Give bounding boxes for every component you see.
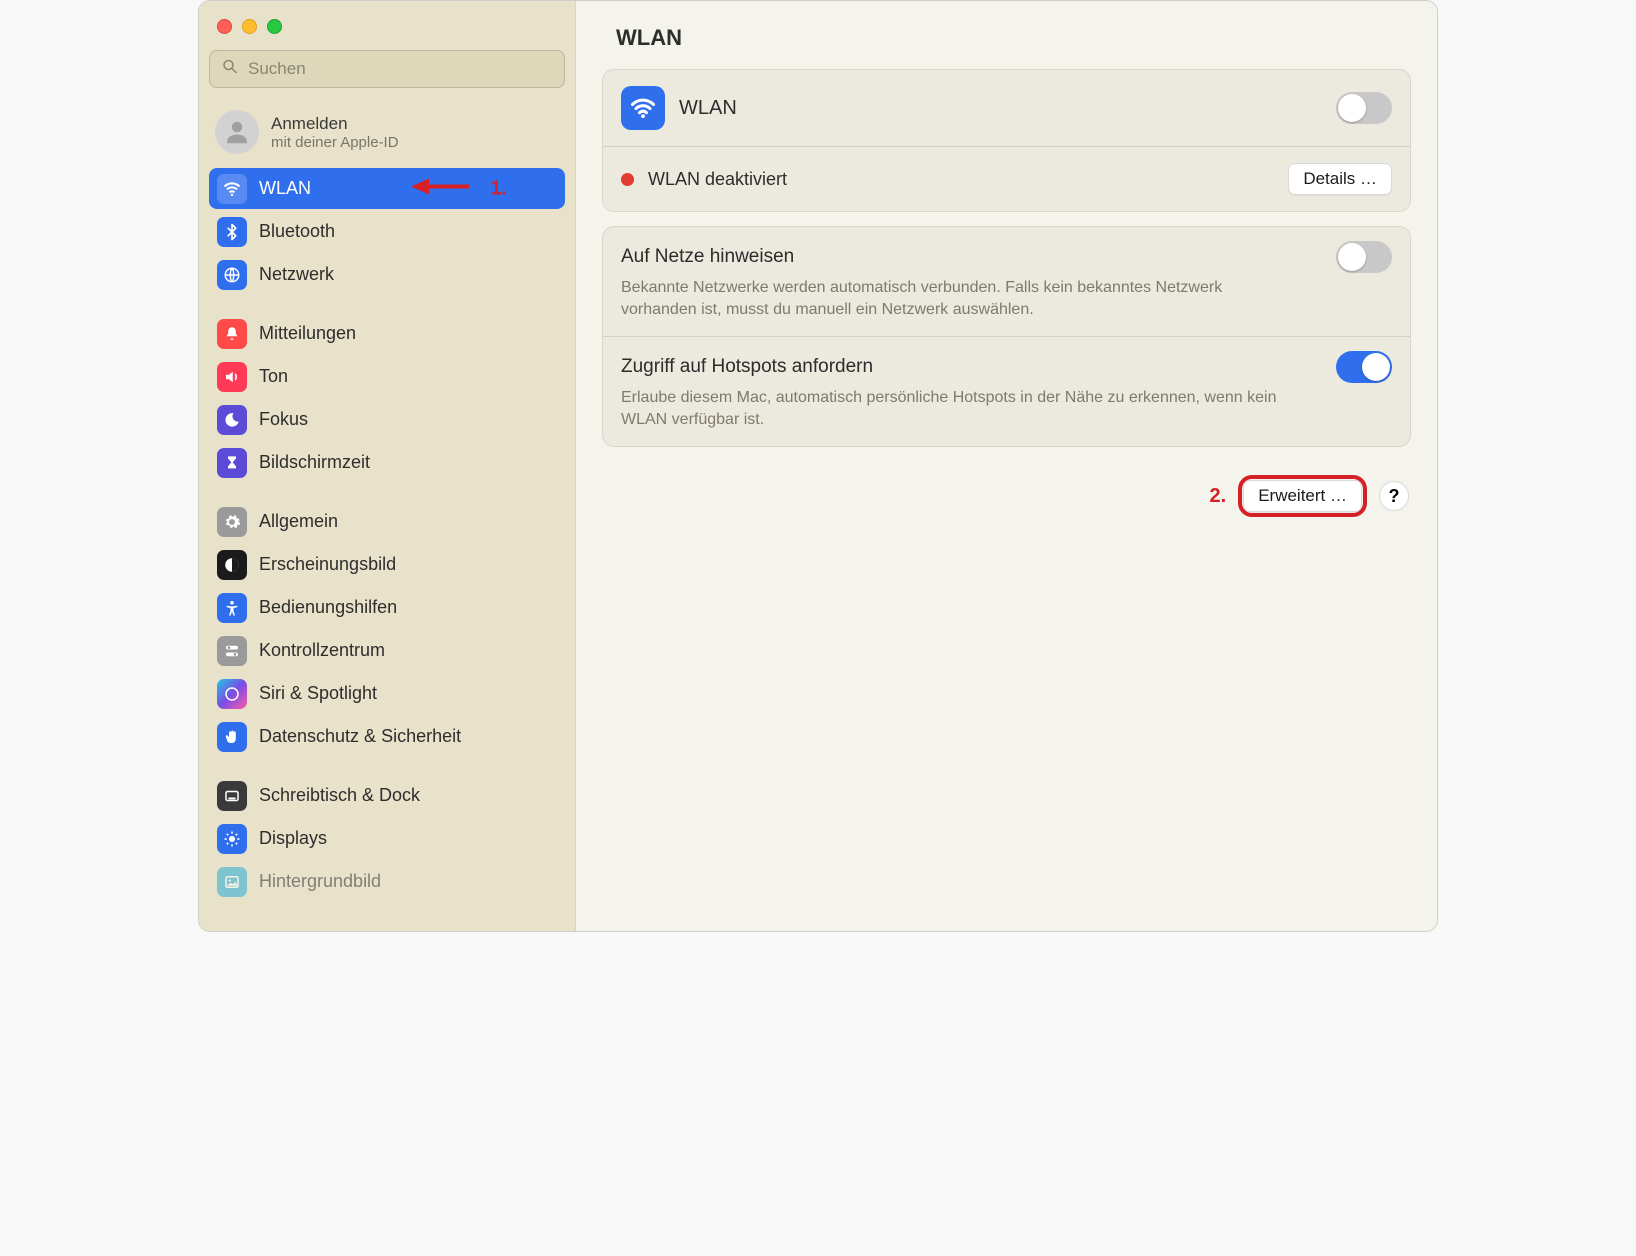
- sidebar-item-control-center[interactable]: Kontrollzentrum: [209, 630, 565, 671]
- sidebar-item-label: Hintergrundbild: [259, 871, 557, 892]
- bluetooth-icon: [217, 217, 247, 247]
- hotspot-desc: Erlaube diesem Mac, automatisch persönli…: [621, 387, 1301, 430]
- sidebar-item-wlan[interactable]: WLAN 1.: [209, 168, 565, 209]
- sidebar-item-label: Mitteilungen: [259, 323, 557, 344]
- gear-icon: [217, 507, 247, 537]
- hotspot-title: Zugriff auf Hotspots anfordern: [621, 356, 873, 378]
- wlan-master-row: WLAN: [603, 70, 1410, 146]
- annotation-step-1: 1.: [490, 177, 507, 200]
- search-container: [209, 50, 565, 88]
- sidebar-item-label: Ton: [259, 366, 557, 387]
- siri-icon: [217, 679, 247, 709]
- settings-window: Anmelden mit deiner Apple-ID WLAN: [198, 0, 1438, 932]
- search-icon: [221, 58, 239, 81]
- notify-networks-row: Auf Netze hinweisen Bekannte Netzwerke w…: [603, 227, 1410, 336]
- annotation-ring: Erweitert …: [1238, 475, 1367, 517]
- account-texts: Anmelden mit deiner Apple-ID: [271, 114, 399, 151]
- sidebar-item-screentime[interactable]: Bildschirmzeit: [209, 442, 565, 483]
- sidebar-item-desktop-dock[interactable]: Schreibtisch & Dock: [209, 775, 565, 816]
- displays-icon: [217, 824, 247, 854]
- sidebar-item-bluetooth[interactable]: Bluetooth: [209, 211, 565, 252]
- apple-id-sign-in[interactable]: Anmelden mit deiner Apple-ID: [209, 106, 565, 168]
- annotation-step-2: 2.: [1210, 485, 1227, 508]
- close-window-button[interactable]: [217, 19, 232, 34]
- sidebar-item-label: Bluetooth: [259, 221, 557, 242]
- sidebar-item-accessibility[interactable]: Bedienungshilfen: [209, 587, 565, 628]
- notify-title: Auf Netze hinweisen: [621, 246, 794, 268]
- help-button[interactable]: ?: [1379, 481, 1409, 511]
- advanced-button[interactable]: Erweitert …: [1243, 480, 1362, 512]
- wlan-label: WLAN: [679, 97, 737, 120]
- notify-toggle[interactable]: [1336, 241, 1392, 273]
- avatar-icon: [215, 110, 259, 154]
- sidebar-item-sound[interactable]: Ton: [209, 356, 565, 397]
- sidebar: Anmelden mit deiner Apple-ID WLAN: [199, 1, 575, 931]
- moon-icon: [217, 405, 247, 435]
- wifi-icon: [621, 86, 665, 130]
- annotation-arrow-icon: [411, 174, 473, 203]
- search-input[interactable]: [209, 50, 565, 88]
- sidebar-item-label: Schreibtisch & Dock: [259, 785, 557, 806]
- control-center-icon: [217, 636, 247, 666]
- sidebar-item-focus[interactable]: Fokus: [209, 399, 565, 440]
- status-dot-icon: [621, 173, 634, 186]
- sidebar-items: WLAN 1. Bluetooth: [209, 168, 565, 902]
- window-controls: [209, 13, 565, 50]
- accessibility-icon: [217, 593, 247, 623]
- hotspot-row: Zugriff auf Hotspots anfordern Erlaube d…: [603, 337, 1410, 446]
- sidebar-item-siri-spotlight[interactable]: Siri & Spotlight: [209, 673, 565, 714]
- hourglass-icon: [217, 448, 247, 478]
- sidebar-item-label: Datenschutz & Sicherheit: [259, 726, 557, 747]
- globe-icon: [217, 260, 247, 290]
- appearance-icon: [217, 550, 247, 580]
- sidebar-item-privacy-security[interactable]: Datenschutz & Sicherheit: [209, 716, 565, 757]
- page-title: WLAN: [576, 1, 1437, 69]
- sidebar-item-label: Allgemein: [259, 511, 557, 532]
- zoom-window-button[interactable]: [267, 19, 282, 34]
- options-panel: Auf Netze hinweisen Bekannte Netzwerke w…: [602, 226, 1411, 447]
- wallpaper-icon: [217, 867, 247, 897]
- sidebar-item-label: Bedienungshilfen: [259, 597, 557, 618]
- wlan-status-text: WLAN deaktiviert: [648, 169, 787, 190]
- sidebar-item-label: Bildschirmzeit: [259, 452, 557, 473]
- sidebar-item-label: WLAN: [259, 178, 557, 199]
- sidebar-item-label: Netzwerk: [259, 264, 557, 285]
- sidebar-item-label: Fokus: [259, 409, 557, 430]
- bell-icon: [217, 319, 247, 349]
- sidebar-item-appearance[interactable]: Erscheinungsbild: [209, 544, 565, 585]
- sidebar-item-label: Kontrollzentrum: [259, 640, 557, 661]
- main-content: WLAN WLAN WLAN deaktiviert Details …: [575, 1, 1437, 931]
- notify-desc: Bekannte Netzwerke werden automatisch ve…: [621, 277, 1301, 320]
- wlan-panel: WLAN WLAN deaktiviert Details …: [602, 69, 1411, 212]
- wlan-toggle[interactable]: [1336, 92, 1392, 124]
- wifi-icon: [217, 174, 247, 204]
- sidebar-item-network[interactable]: Netzwerk: [209, 254, 565, 295]
- speaker-icon: [217, 362, 247, 392]
- account-subtitle: mit deiner Apple-ID: [271, 134, 399, 151]
- hotspot-toggle[interactable]: [1336, 351, 1392, 383]
- sidebar-item-label: Erscheinungsbild: [259, 554, 557, 575]
- sidebar-item-displays[interactable]: Displays: [209, 818, 565, 859]
- wlan-status-row: WLAN deaktiviert Details …: [603, 147, 1410, 211]
- details-button[interactable]: Details …: [1288, 163, 1392, 195]
- account-title: Anmelden: [271, 114, 399, 134]
- sidebar-item-label: Displays: [259, 828, 557, 849]
- footer-actions: 2. Erweitert … ?: [576, 461, 1437, 531]
- sidebar-item-general[interactable]: Allgemein: [209, 501, 565, 542]
- dock-icon: [217, 781, 247, 811]
- hand-icon: [217, 722, 247, 752]
- minimize-window-button[interactable]: [242, 19, 257, 34]
- sidebar-item-notifications[interactable]: Mitteilungen: [209, 313, 565, 354]
- sidebar-item-wallpaper[interactable]: Hintergrundbild: [209, 861, 565, 902]
- sidebar-item-label: Siri & Spotlight: [259, 683, 557, 704]
